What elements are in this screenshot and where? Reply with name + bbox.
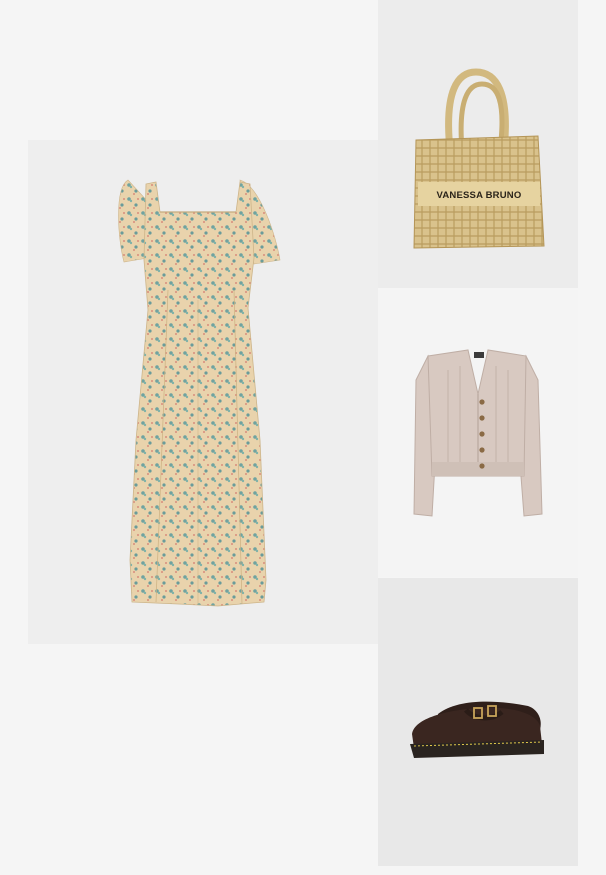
tote-bag-image: VANESSA BRUNO <box>413 68 545 249</box>
cardigan-image <box>413 349 543 517</box>
cardigan-product-tile[interactable] <box>378 290 578 577</box>
dress-image <box>118 179 281 607</box>
bag-brand-text: VANESSA BRUNO <box>437 190 522 201</box>
shoes-image <box>410 701 544 758</box>
tote-bag-product-tile[interactable]: VANESSA BRUNO <box>378 0 578 288</box>
shoes-product-tile[interactable] <box>378 578 578 866</box>
dress-product-tile[interactable] <box>28 140 378 644</box>
